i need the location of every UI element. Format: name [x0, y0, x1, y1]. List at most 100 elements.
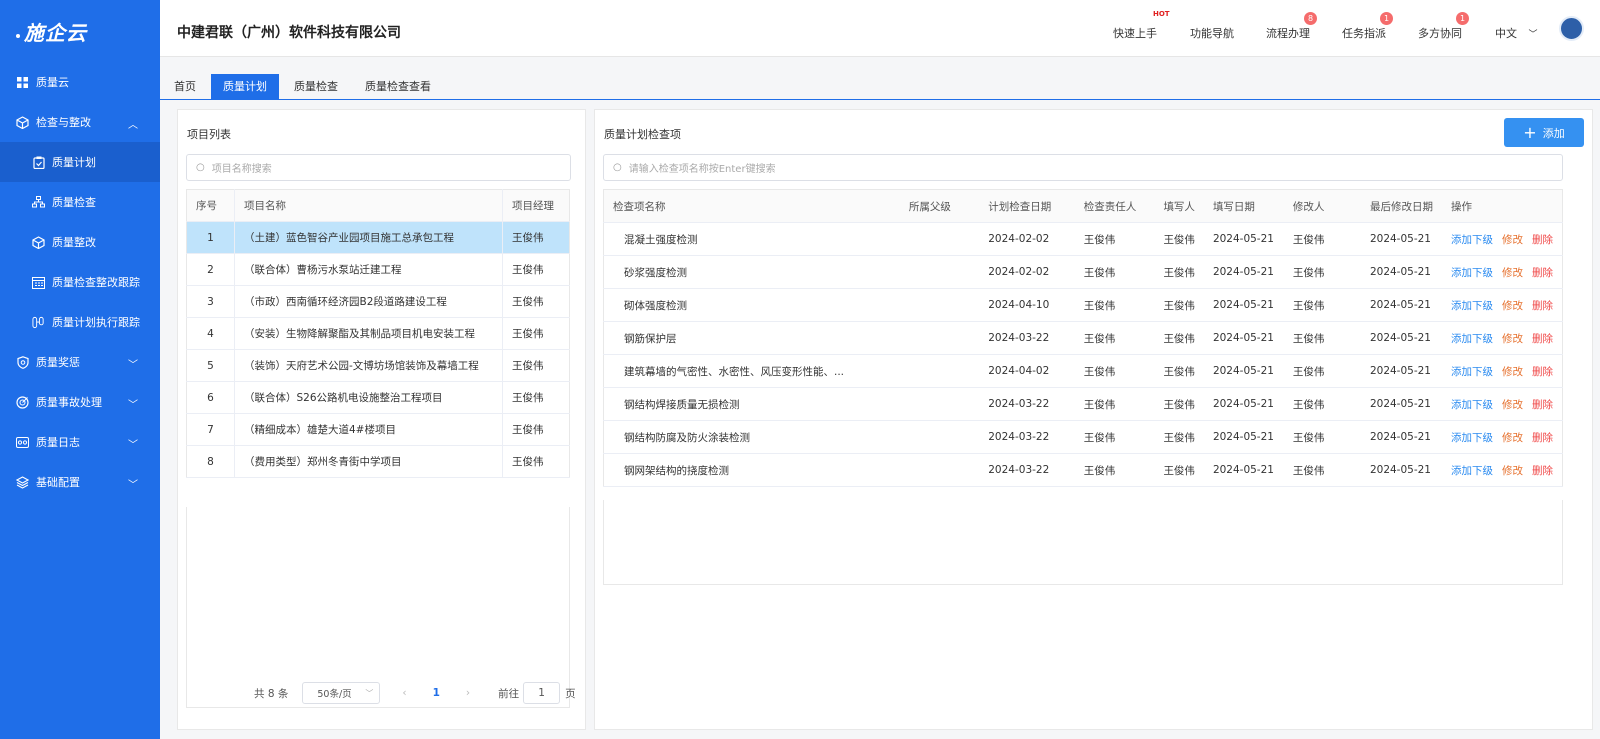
- log-icon: [16, 436, 29, 449]
- delete-link[interactable]: 删除: [1532, 366, 1553, 378]
- table-row[interactable]: 混凝土强度检测 2024-02-02 王俊伟 王俊伟 2024-05-21 王俊伟 2024…: [603, 222, 1563, 256]
- nav-quick-start[interactable]: 快速上手 HOT: [1113, 10, 1170, 41]
- edit-link[interactable]: 修改: [1502, 234, 1523, 246]
- tab-home[interactable]: 首页: [162, 74, 208, 100]
- add-button[interactable]: + 添加: [1504, 118, 1584, 147]
- planned-date: 2024-03-22: [979, 453, 1075, 487]
- add-child-link[interactable]: 添加下级: [1451, 399, 1493, 411]
- project-search-input[interactable]: ○ 项目名称搜索: [186, 154, 571, 181]
- modified-by: 王俊伟: [1283, 255, 1361, 289]
- sidebar-item-basic-config[interactable]: 基础配置 ﹀: [0, 462, 160, 502]
- responsible-person: 王俊伟: [1074, 321, 1155, 355]
- layers-icon: [16, 475, 29, 489]
- table-row[interactable]: 1 （土建）蓝色智谷产业园项目施工总承包工程 王俊伟: [186, 221, 570, 254]
- check-item-search-input[interactable]: ○ 请输入检查项名称按Enter键搜索: [603, 154, 1563, 181]
- sidebar-item-quality-cloud[interactable]: 质量云: [0, 62, 160, 102]
- sidebar-item-quality-log[interactable]: 质量日志 ﹀: [0, 422, 160, 462]
- sidebar-item-quality-inspection[interactable]: 质量检查: [0, 182, 160, 222]
- project-manager: 王俊伟: [502, 445, 570, 478]
- parent-item: [899, 387, 980, 421]
- add-child-link[interactable]: 添加下级: [1451, 300, 1493, 312]
- row-actions: 添加下级 修改 删除: [1442, 387, 1563, 421]
- edit-link[interactable]: 修改: [1502, 267, 1523, 279]
- filled-date: 2024-05-21: [1203, 387, 1284, 421]
- edit-link[interactable]: 修改: [1502, 465, 1523, 477]
- delete-link[interactable]: 删除: [1532, 333, 1553, 345]
- table-row[interactable]: 钢结构焊接质量无损检测 2024-03-22 王俊伟 王俊伟 2024-05-21 王俊伟…: [603, 387, 1563, 421]
- project-name: （装饰）天府艺术公园-文博坊场馆装饰及幕墙工程: [234, 349, 503, 382]
- tab-quality-plan[interactable]: 质量计划: [211, 74, 279, 100]
- delete-link[interactable]: 删除: [1532, 300, 1553, 312]
- sidebar: 施企云 质量云 检查与整改 ︿ 质量计划 质量检查 质量整改 质量检查整改跟踪 …: [0, 0, 160, 739]
- delete-link[interactable]: 删除: [1532, 267, 1553, 279]
- delete-link[interactable]: 删除: [1532, 399, 1553, 411]
- check-item-name: 建筑幕墙的气密性、水密性、风压变形性能、...: [603, 354, 900, 388]
- sidebar-item-inspection-rectification[interactable]: 检查与整改 ︿: [0, 102, 160, 142]
- sidebar-item-quality-plan[interactable]: 质量计划: [0, 142, 160, 182]
- goto-page-input[interactable]: 1: [523, 682, 561, 704]
- table-row[interactable]: 钢筋保护层 2024-03-22 王俊伟 王俊伟 2024-05-21 王俊伟 2024-0…: [603, 321, 1563, 355]
- last-modified-date: 2024-05-21: [1360, 387, 1442, 421]
- column-header: 操作: [1442, 189, 1563, 223]
- nav-function-guide[interactable]: 功能导航: [1190, 25, 1234, 41]
- table-row[interactable]: 8 （费用类型）郑州冬青街中学项目 王俊伟: [186, 445, 570, 478]
- table-row[interactable]: 2 （联合体）曹杨污水泵站迁建工程 王俊伟: [186, 253, 570, 286]
- nav-process-handling[interactable]: 流程办理 8: [1266, 12, 1317, 41]
- prev-page-icon[interactable]: ‹: [402, 687, 406, 699]
- add-child-link[interactable]: 添加下级: [1451, 432, 1493, 444]
- nav-collaboration[interactable]: 多方协同 1: [1418, 12, 1469, 41]
- delete-link[interactable]: 删除: [1532, 234, 1553, 246]
- edit-link[interactable]: 修改: [1502, 333, 1523, 345]
- sidebar-item-rewards-penalties[interactable]: 质量奖惩 ﹀: [0, 342, 160, 382]
- tab-quality-inspection-view[interactable]: 质量检查查看: [353, 74, 443, 100]
- edit-link[interactable]: 修改: [1502, 366, 1523, 378]
- parent-item: [899, 288, 980, 322]
- table-row[interactable]: 4 （安装）生物降解聚酯及其制品项目机电安装工程 王俊伟: [186, 317, 570, 350]
- check-item-name: 混凝土强度检测: [603, 222, 900, 256]
- current-page[interactable]: 1: [433, 687, 440, 699]
- shield-icon: [16, 355, 29, 369]
- sidebar-item-plan-execution-tracking[interactable]: 质量计划执行跟踪: [0, 302, 160, 342]
- parent-item: [899, 222, 980, 256]
- project-name: （市政）西南循环经济园B2段道路建设工程: [234, 285, 503, 318]
- row-index: 2: [186, 253, 235, 286]
- chevron-up-icon: ︿: [128, 120, 138, 131]
- add-child-link[interactable]: 添加下级: [1451, 333, 1493, 345]
- avatar[interactable]: [1559, 16, 1584, 41]
- project-name: （费用类型）郑州冬青街中学项目: [234, 445, 503, 478]
- sidebar-item-label: 质量计划执行跟踪: [52, 316, 140, 329]
- tab-quality-inspection[interactable]: 质量检查: [282, 74, 350, 100]
- table-row[interactable]: 砂浆强度检测 2024-02-02 王俊伟 王俊伟 2024-05-21 王俊伟 2024-…: [603, 255, 1563, 289]
- delete-link[interactable]: 删除: [1532, 432, 1553, 444]
- next-page-icon[interactable]: ›: [466, 687, 470, 699]
- table-row[interactable]: 3 （市政）西南循环经济园B2段道路建设工程 王俊伟: [186, 285, 570, 318]
- row-actions: 添加下级 修改 删除: [1442, 420, 1563, 454]
- chevron-down-icon: ﹀: [128, 400, 138, 411]
- page-size-select[interactable]: 50条/页 ﹀: [302, 682, 381, 704]
- add-child-link[interactable]: 添加下级: [1451, 234, 1493, 246]
- table-empty-area: [603, 500, 1563, 585]
- add-child-link[interactable]: 添加下级: [1451, 267, 1493, 279]
- table-row[interactable]: 6 （联合体）S26公路机电设施整治工程项目 王俊伟: [186, 381, 570, 414]
- language-select[interactable]: 中文 ﹀: [1495, 25, 1538, 41]
- add-child-link[interactable]: 添加下级: [1451, 366, 1493, 378]
- project-name: （联合体）S26公路机电设施整治工程项目: [234, 381, 503, 414]
- table-row[interactable]: 7 （精细成本）雄楚大道4#楼项目 王俊伟: [186, 413, 570, 446]
- delete-link[interactable]: 删除: [1532, 465, 1553, 477]
- edit-link[interactable]: 修改: [1502, 300, 1523, 312]
- edit-link[interactable]: 修改: [1502, 399, 1523, 411]
- sidebar-item-inspection-tracking[interactable]: 质量检查整改跟踪: [0, 262, 160, 302]
- sidebar-item-accident-handling[interactable]: 质量事故处理 ﹀: [0, 382, 160, 422]
- row-actions: 添加下级 修改 删除: [1442, 354, 1563, 388]
- edit-link[interactable]: 修改: [1502, 432, 1523, 444]
- sidebar-item-quality-rectification[interactable]: 质量整改: [0, 222, 160, 262]
- column-header: 填写日期: [1203, 189, 1284, 223]
- add-child-link[interactable]: 添加下级: [1451, 465, 1493, 477]
- row-actions: 添加下级 修改 删除: [1442, 222, 1563, 256]
- table-row[interactable]: 建筑幕墙的气密性、水密性、风压变形性能、... 2024-04-02 王俊伟 王俊伟 2…: [603, 354, 1563, 388]
- table-row[interactable]: 钢结构防腐及防火涂装检测 2024-03-22 王俊伟 王俊伟 2024-05-21 王俊…: [603, 420, 1563, 454]
- table-row[interactable]: 钢网架结构的挠度检测 2024-03-22 王俊伟 王俊伟 2024-05-21 王俊伟 2…: [603, 453, 1563, 487]
- nav-task-assign[interactable]: 任务指派 1: [1342, 12, 1393, 41]
- table-row[interactable]: 5 （装饰）天府艺术公园-文博坊场馆装饰及幕墙工程 王俊伟: [186, 349, 570, 382]
- table-row[interactable]: 砌体强度检测 2024-04-10 王俊伟 王俊伟 2024-05-21 王俊伟 2024-…: [603, 288, 1563, 322]
